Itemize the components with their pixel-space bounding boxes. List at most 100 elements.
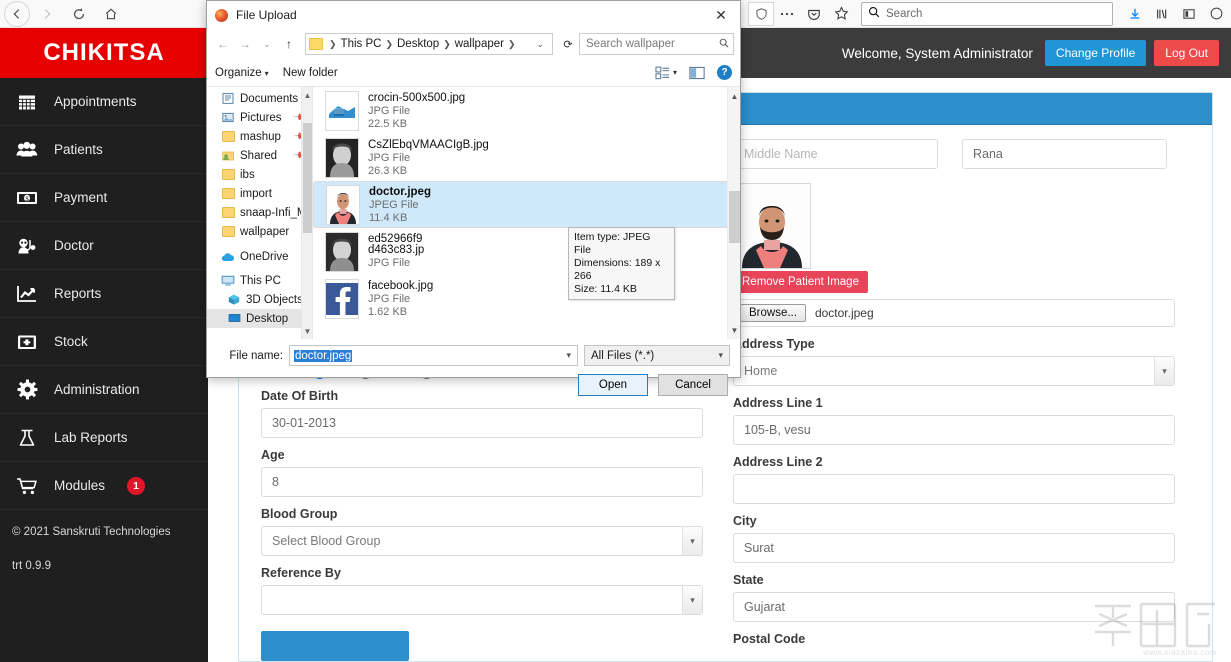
sidebar-item-modules[interactable]: Modules 1: [0, 462, 208, 510]
scroll-up-icon[interactable]: ▲: [729, 89, 740, 103]
menu-dots-icon[interactable]: [774, 1, 800, 27]
file-list-scrollbar[interactable]: ▲ ▼: [727, 87, 740, 339]
remove-patient-image-button[interactable]: Remove Patient Image: [733, 271, 868, 293]
dialog-forward-button[interactable]: →: [235, 33, 255, 55]
file-list-item[interactable]: facebook.jpg JPG File 1.62 KB: [313, 275, 740, 322]
search-input[interactable]: Search: [861, 1, 1113, 26]
file-list-item-selected[interactable]: doctor.jpeg JPEG File 11.4 KB: [313, 181, 740, 228]
scroll-down-icon[interactable]: ▼: [303, 325, 312, 337]
tree-item-label: ibs: [240, 168, 255, 181]
sidebar-item-label: Administration: [54, 382, 140, 397]
address-type-select[interactable]: Home: [733, 356, 1175, 386]
view-list-icon[interactable]: ▾: [655, 66, 677, 80]
chevron-down-icon[interactable]: ▾: [682, 527, 702, 555]
address-type-label: Address Type: [733, 337, 815, 351]
dialog-up-button[interactable]: ↑: [279, 33, 299, 55]
tree-item-wallpaper[interactable]: wallpaper: [207, 222, 312, 241]
chevron-down-icon[interactable]: ▾: [1154, 357, 1174, 385]
sidebar-item-payment[interactable]: $ Payment: [0, 174, 208, 222]
breadcrumb-item[interactable]: This PC: [340, 38, 383, 50]
breadcrumb-item[interactable]: wallpaper: [454, 38, 505, 50]
sidebar-item-label: Modules: [54, 478, 106, 493]
dialog-search-input[interactable]: Search wallpaper: [579, 33, 734, 55]
file-name-input[interactable]: doctor.jpeg ▾: [289, 345, 578, 366]
chevron-down-icon[interactable]: ▾: [682, 586, 702, 614]
chevron-down-icon[interactable]: ▾: [714, 350, 727, 361]
dialog-breadcrumb[interactable]: ❯ This PC ❯ Desktop ❯ wallpaper ❯ ⌄: [305, 33, 553, 55]
tree-item-shared[interactable]: Shared 📌: [207, 146, 312, 165]
shield-icon[interactable]: [748, 1, 774, 26]
bookmark-star-icon[interactable]: [828, 1, 854, 27]
sidebar-toggle-icon[interactable]: [1176, 1, 1202, 27]
sidebar-item-reports[interactable]: Reports: [0, 270, 208, 318]
breadcrumb-dropdown-icon[interactable]: ⌄: [530, 39, 550, 50]
dialog-recent-locations-button[interactable]: ⌄: [257, 33, 277, 55]
browse-button[interactable]: Browse...: [740, 304, 806, 322]
folder-icon: [221, 168, 235, 181]
tree-item-mashup[interactable]: mashup 📌: [207, 127, 312, 146]
open-button[interactable]: Open: [578, 374, 648, 396]
tree-item-this-pc[interactable]: This PC: [207, 271, 312, 290]
firefox-icon: [215, 8, 228, 22]
tree-item-3d-objects[interactable]: 3D Objects: [207, 290, 312, 309]
address-line-2-input[interactable]: [733, 474, 1175, 504]
tree-item-desktop[interactable]: Desktop: [207, 309, 312, 328]
scroll-down-icon[interactable]: ▼: [729, 323, 740, 337]
sidebar-item-doctor[interactable]: Doctor: [0, 222, 208, 270]
file-type-filter-select[interactable]: All Files (*.*) ▾: [584, 345, 730, 366]
dob-input[interactable]: [261, 408, 703, 438]
tree-scrollbar[interactable]: ▲ ▼: [301, 87, 312, 339]
help-icon[interactable]: ?: [717, 65, 732, 80]
state-input[interactable]: [733, 592, 1175, 622]
sidebar-item-appointments[interactable]: Appointments: [0, 78, 208, 126]
tree-scroll-thumb[interactable]: [303, 123, 312, 233]
dialog-back-button[interactable]: ←: [213, 33, 233, 55]
scroll-up-icon[interactable]: ▲: [303, 89, 312, 101]
file-list-item[interactable]: CsZlEbqVMAACIgB.jpg JPG File 26.3 KB: [313, 134, 740, 181]
file-list-item[interactable]: crocin-500x500.jpg JPG File 22.5 KB: [313, 87, 740, 134]
breadcrumb-item[interactable]: Desktop: [396, 38, 440, 50]
download-icon[interactable]: [1122, 1, 1148, 27]
file-size: 11.4 KB: [369, 211, 408, 224]
dialog-toolbar: Organize ▾ New folder ▾ ?: [207, 59, 740, 87]
preview-pane-icon[interactable]: [689, 66, 705, 80]
tree-item-documents[interactable]: Documents 📌: [207, 89, 312, 108]
library-icon[interactable]: [1149, 1, 1175, 27]
last-name-input[interactable]: [962, 139, 1167, 169]
age-input[interactable]: [261, 467, 703, 497]
middle-name-input[interactable]: [733, 139, 938, 169]
cancel-button[interactable]: Cancel: [658, 374, 728, 396]
chevron-down-icon[interactable]: ▾: [562, 350, 575, 361]
blood-group-select[interactable]: Select Blood Group: [261, 526, 703, 556]
tree-item-import[interactable]: import: [207, 184, 312, 203]
back-button[interactable]: [4, 0, 30, 27]
reference-by-select[interactable]: [261, 585, 703, 615]
reload-button[interactable]: [64, 1, 94, 27]
tree-item-ibs[interactable]: ibs: [207, 165, 312, 184]
new-folder-button[interactable]: New folder: [283, 67, 338, 79]
file-list-item[interactable]: ed52966f9d463c83.jp JPG File: [313, 228, 740, 275]
patient-image-file-input[interactable]: Browse... doctor.jpeg: [733, 299, 1175, 327]
change-profile-button[interactable]: Change Profile: [1044, 40, 1147, 66]
organize-button[interactable]: Organize ▾: [215, 67, 269, 79]
tree-item-snaap-infi-medi[interactable]: snaap-Infi_Medi: [207, 203, 312, 222]
sidebar-item-administration[interactable]: Administration: [0, 366, 208, 414]
dialog-refresh-button[interactable]: ⟳: [559, 33, 577, 55]
forward-button[interactable]: [32, 1, 62, 27]
file-name: facebook.jpg: [368, 279, 434, 292]
log-out-button[interactable]: Log Out: [1154, 40, 1219, 66]
pocket-icon[interactable]: [801, 1, 827, 27]
sidebar-item-patients[interactable]: Patients: [0, 126, 208, 174]
submit-button[interactable]: [261, 631, 409, 661]
tree-item-pictures[interactable]: Pictures 📌: [207, 108, 312, 127]
file-list-scroll-thumb[interactable]: [729, 191, 740, 243]
city-input[interactable]: [733, 533, 1175, 563]
tree-item-onedrive[interactable]: OneDrive: [207, 247, 312, 266]
close-icon[interactable]: ✕: [706, 4, 736, 26]
sidebar-item-lab-reports[interactable]: Lab Reports: [0, 414, 208, 462]
breadcrumb-sep: ❯: [329, 38, 337, 49]
address-line-1-input[interactable]: [733, 415, 1175, 445]
account-icon[interactable]: [1203, 1, 1229, 27]
sidebar-item-stock[interactable]: Stock: [0, 318, 208, 366]
home-button[interactable]: [96, 1, 126, 27]
